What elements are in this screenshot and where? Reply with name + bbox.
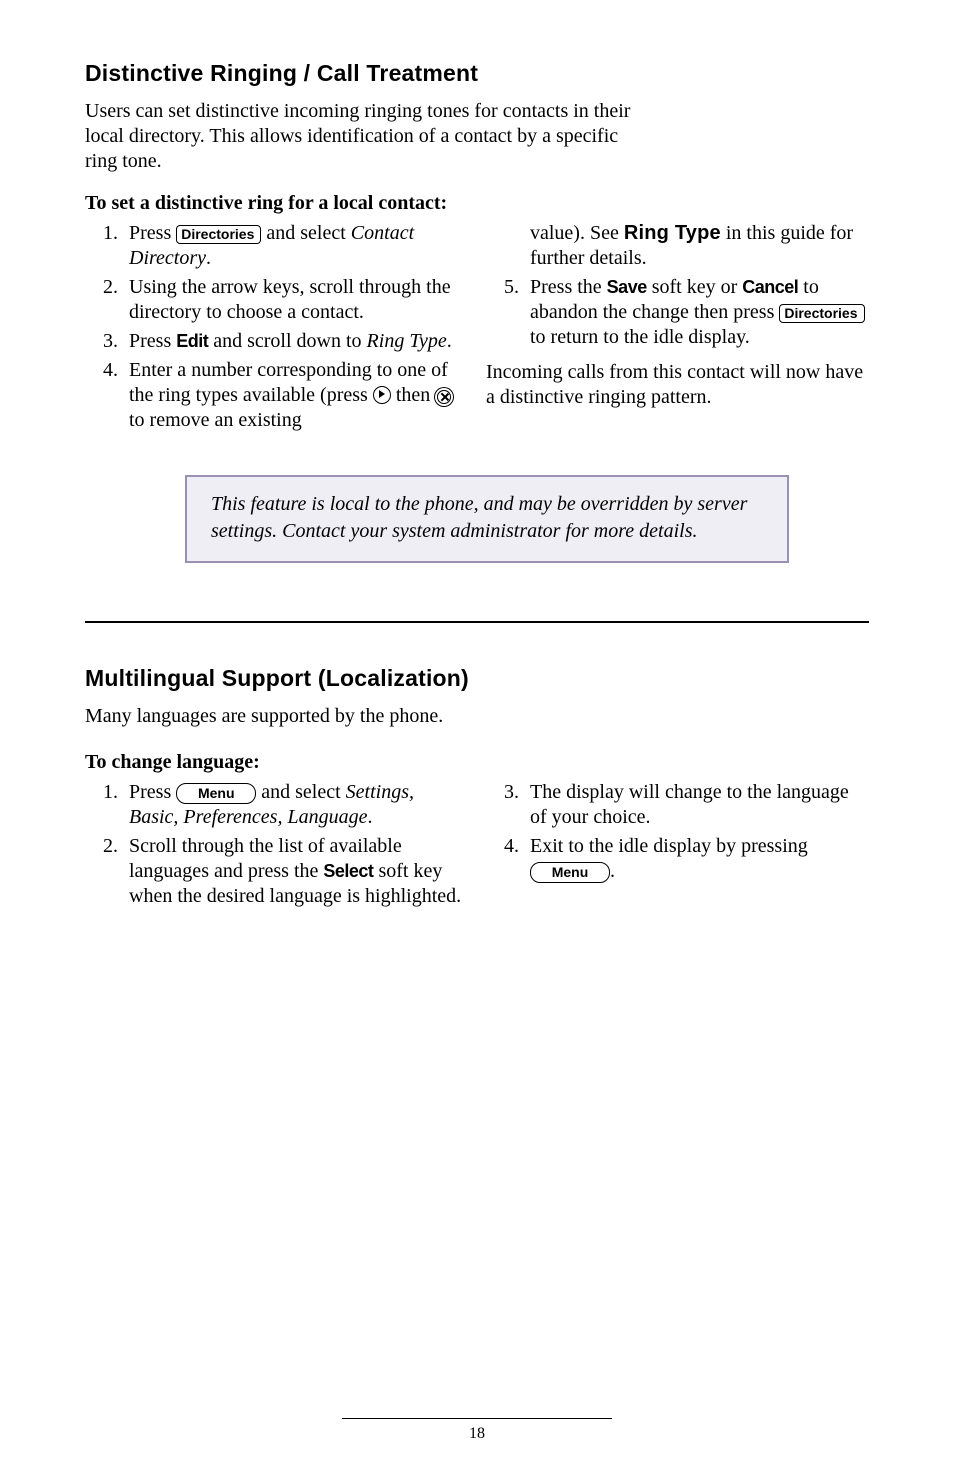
menu-path: Ring Type: [367, 330, 447, 352]
select-softkey: Select: [323, 861, 373, 881]
save-softkey: Save: [607, 277, 647, 297]
step-text: to return to the idle display.: [530, 326, 750, 348]
step-text: soft key or: [647, 276, 743, 298]
two-column-layout: 1. Press Menu and select Settings, Basic…: [85, 780, 869, 913]
page-footer: 18: [0, 1418, 954, 1443]
intro-paragraph: Many languages are supported by the phon…: [85, 704, 645, 729]
menu-key: Menu: [176, 783, 256, 804]
directories-key: Directories: [176, 225, 261, 244]
left-column: 1. Press Directories and select Contact …: [85, 221, 468, 437]
right-column: value). See Ring Type in this guide for …: [486, 221, 869, 437]
directories-key: Directories: [779, 304, 864, 323]
step-text: value). See: [530, 222, 624, 244]
step-2: 2. Using the arrow keys, scroll through …: [113, 275, 468, 325]
step-text: Press: [129, 330, 176, 352]
intro-paragraph: Users can set distinctive incoming ringi…: [85, 99, 645, 174]
info-note-box: This feature is local to the phone, and …: [185, 475, 789, 563]
step-text: .: [610, 860, 615, 882]
step-text: and scroll down to: [208, 330, 366, 352]
step-5: 5. Press the Save soft key or Cancel to …: [514, 275, 869, 350]
step-text: then: [391, 384, 435, 406]
step-4: 4. Enter a number corresponding to one o…: [113, 358, 468, 433]
step-4: 4. Exit to the idle display by pressing …: [514, 834, 869, 884]
step-3: 3. The display will change to the langua…: [514, 780, 869, 830]
step-3: 3. Press Edit and scroll down to Ring Ty…: [113, 329, 468, 354]
step-text: Exit to the idle display by pressing: [530, 835, 808, 857]
step-1: 1. Press Menu and select Settings, Basic…: [113, 780, 468, 830]
page-number: 18: [469, 1425, 485, 1442]
step-text: .: [367, 806, 372, 828]
heading-multilingual: Multilingual Support (Localization): [85, 665, 869, 692]
step-text: to remove an existing: [129, 409, 302, 431]
step-2: 2. Scroll through the list of available …: [113, 834, 468, 909]
note-text: This feature is local to the phone, and …: [211, 493, 747, 542]
heading-distinctive-ringing: Distinctive Ringing / Call Treatment: [85, 60, 869, 87]
cancel-softkey: Cancel: [742, 277, 798, 297]
section-divider: [85, 621, 869, 623]
subheading-set-ring: To set a distinctive ring for a local co…: [85, 192, 869, 215]
subheading-change-language: To change language:: [85, 751, 869, 774]
step-text: Press: [129, 222, 176, 244]
delete-x-icon: [437, 390, 451, 404]
two-column-layout: 1. Press Directories and select Contact …: [85, 221, 869, 437]
menu-key: Menu: [530, 862, 610, 883]
left-column: 1. Press Menu and select Settings, Basic…: [85, 780, 468, 913]
incoming-calls-note: Incoming calls from this contact will no…: [486, 360, 869, 410]
step-text: Press the: [530, 276, 607, 298]
step-text: Press: [129, 781, 176, 803]
step-text: and select: [256, 781, 345, 803]
step-text: Using the arrow keys, scroll through the…: [129, 276, 451, 323]
step-4-cont: value). See Ring Type in this guide for …: [514, 221, 869, 271]
right-arrow-icon: [373, 386, 391, 404]
step-text: and select: [261, 222, 350, 244]
step-1: 1. Press Directories and select Contact …: [113, 221, 468, 271]
ring-type-ref: Ring Type: [624, 222, 721, 244]
right-column: 3. The display will change to the langua…: [486, 780, 869, 913]
step-text: The display will change to the language …: [530, 781, 849, 828]
step-text: .: [206, 247, 211, 269]
edit-softkey: Edit: [176, 331, 208, 351]
step-text: .: [447, 330, 452, 352]
